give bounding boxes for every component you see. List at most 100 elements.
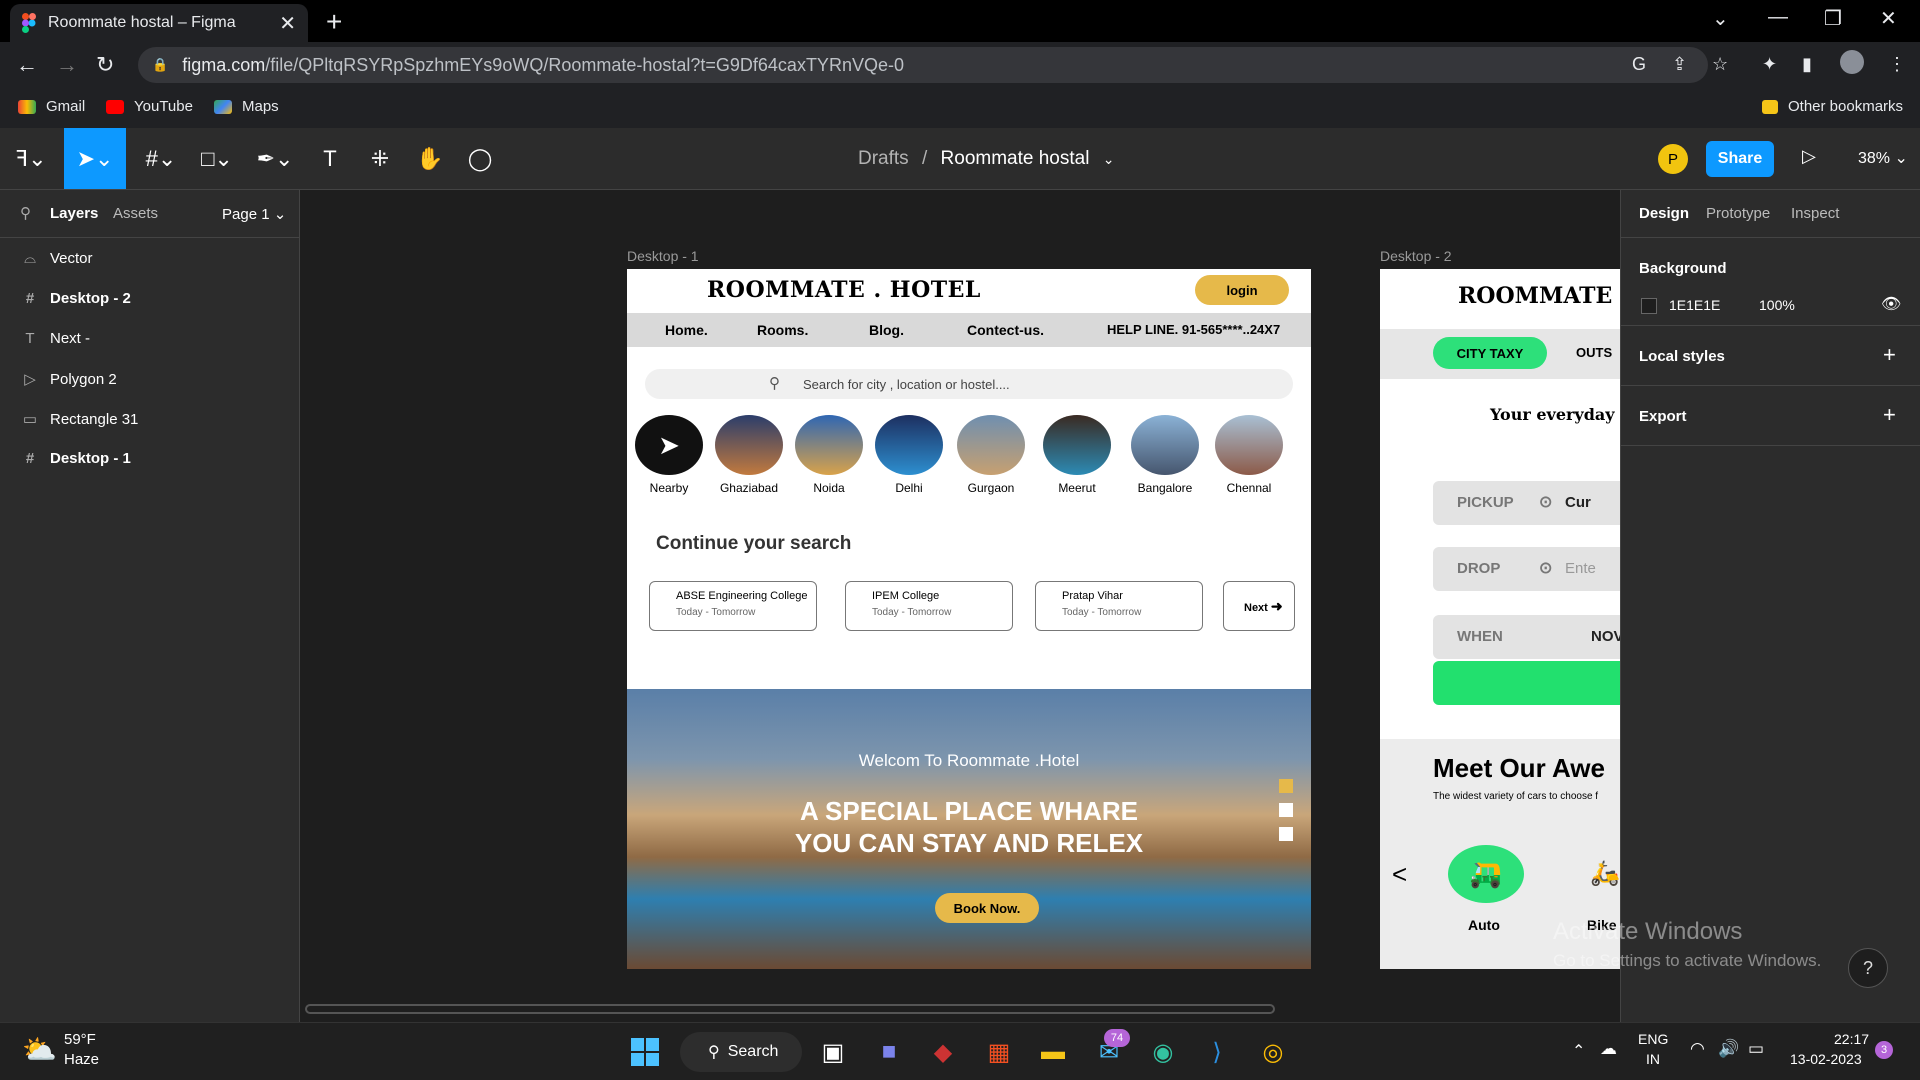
reload-icon[interactable]: ↻ — [96, 52, 114, 78]
weather-icon[interactable]: ⛅ — [22, 1033, 57, 1066]
tab-design[interactable]: Design — [1639, 205, 1689, 222]
city-item[interactable]: Gurgaon — [951, 415, 1031, 495]
figma-canvas[interactable]: Desktop - 1 Desktop - 2 ROOMMATE . HOTEL… — [300, 190, 1620, 1022]
eye-icon[interactable]: 👁 — [1881, 294, 1901, 314]
shape-tool-icon[interactable]: □⌄ — [192, 128, 242, 189]
browser-tab[interactable]: Roommate hostal – Figma ✕ — [10, 4, 308, 42]
back-icon[interactable]: ← — [16, 52, 38, 78]
login-button[interactable]: login — [1195, 275, 1289, 305]
nav-blog[interactable]: Blog. — [869, 322, 904, 338]
slider-dot[interactable] — [1279, 827, 1293, 841]
share-page-icon[interactable]: ⇪ — [1672, 54, 1687, 75]
city-item[interactable]: Ghaziabad — [709, 415, 789, 495]
chrome-icon[interactable]: ◎ — [1256, 1035, 1290, 1069]
tab-inspect[interactable]: Inspect — [1791, 205, 1839, 222]
book-now-button[interactable]: Book Now. — [935, 893, 1039, 923]
task-view-icon[interactable]: ▣ — [816, 1035, 850, 1069]
tab-search-icon[interactable]: ⌄ — [1712, 6, 1729, 31]
search-icon[interactable]: ⚲ — [20, 204, 31, 222]
site-search-input[interactable]: ⚲ Search for city , location or hostel..… — [645, 369, 1293, 399]
city-item[interactable]: Chennal — [1209, 415, 1289, 495]
frame-label[interactable]: Desktop - 1 — [627, 248, 699, 264]
lang-region[interactable]: IN — [1646, 1051, 1660, 1067]
tray-chevron-icon[interactable]: ⌃ — [1572, 1041, 1585, 1061]
drop-field[interactable]: DROP ⊙ Ente — [1433, 547, 1620, 591]
zoom-dropdown[interactable]: 38% ⌄ — [1858, 148, 1908, 168]
other-bookmarks[interactable]: Other bookmarks — [1762, 98, 1903, 115]
tab-layers[interactable]: Layers — [50, 205, 98, 222]
pen-tool-icon[interactable]: ✒⌄ — [250, 128, 300, 189]
outstation-tab[interactable]: OUTS — [1576, 345, 1612, 360]
new-tab-button[interactable]: + — [326, 6, 342, 38]
game-app-icon[interactable]: ◆ — [926, 1035, 960, 1069]
auto-rickshaw-icon[interactable]: 🛺 — [1448, 845, 1524, 903]
file-explorer-icon[interactable]: ▬ — [1036, 1035, 1070, 1069]
prev-arrow[interactable]: < — [1392, 859, 1407, 890]
slider-dot[interactable] — [1279, 803, 1293, 817]
close-tab-icon[interactable]: ✕ — [279, 11, 296, 36]
city-item[interactable]: Meerut — [1037, 415, 1117, 495]
next-button[interactable]: Next ➜ — [1223, 581, 1295, 631]
background-hex-input[interactable]: 1E1E1E — [1669, 297, 1720, 313]
comment-tool-icon[interactable]: ◯ — [460, 128, 500, 189]
frame-tool-icon[interactable]: #⌄ — [136, 128, 186, 189]
page-selector[interactable]: Page 1 ⌄ — [222, 205, 286, 223]
resources-icon[interactable]: ⁜ — [360, 128, 400, 189]
city-item[interactable]: ➤ Nearby — [629, 415, 709, 495]
avatar[interactable]: P — [1658, 144, 1688, 174]
layer-item[interactable]: ⌓ Vector — [22, 250, 92, 267]
pickup-field[interactable]: PICKUP ⊙ Cur — [1433, 481, 1620, 525]
side-panel-icon[interactable]: ▮ — [1802, 54, 1812, 75]
chevron-down-icon[interactable]: ⌄ — [1103, 151, 1115, 167]
present-icon[interactable]: ▷ — [1802, 146, 1816, 167]
horizontal-scrollbar[interactable] — [305, 1004, 1275, 1014]
desktop-2-frame[interactable]: ROOMMATE . CA CITY TAXY OUTS Your everyd… — [1380, 269, 1620, 969]
frame-label[interactable]: Desktop - 2 — [1380, 248, 1452, 264]
forward-icon[interactable]: → — [56, 52, 78, 78]
lang-primary[interactable]: ENG — [1638, 1031, 1668, 1047]
layer-item[interactable]: ▷ Polygon 2 — [22, 370, 117, 389]
nav-rooms[interactable]: Rooms. — [757, 322, 808, 338]
help-button[interactable]: ? — [1848, 948, 1888, 988]
background-opacity-input[interactable]: 100% — [1759, 297, 1795, 313]
recent-search-card[interactable]: Pratap Vihar Today - Tomorrow — [1035, 581, 1203, 631]
move-tool-icon[interactable]: ➤⌄ — [64, 128, 126, 189]
store-icon[interactable]: ▦ — [982, 1035, 1016, 1069]
onedrive-icon[interactable]: ☁ — [1600, 1039, 1617, 1059]
windows-start-icon[interactable] — [628, 1035, 662, 1069]
minimize-icon[interactable]: — — [1768, 6, 1788, 29]
bookmark-youtube[interactable]: YouTube — [106, 98, 193, 115]
notification-badge[interactable]: 3 — [1875, 1041, 1893, 1059]
tab-assets[interactable]: Assets — [113, 205, 158, 222]
clock-time[interactable]: 22:17 — [1834, 1031, 1869, 1047]
nav-home[interactable]: Home. — [665, 322, 708, 338]
battery-icon[interactable]: ▭ — [1748, 1039, 1764, 1059]
wifi-icon[interactable]: ◠ — [1690, 1039, 1705, 1059]
text-tool-icon[interactable]: T — [310, 128, 350, 189]
tab-prototype[interactable]: Prototype — [1706, 205, 1770, 222]
vscode-icon[interactable]: ⟩ — [1200, 1035, 1234, 1069]
recent-search-card[interactable]: ABSE Engineering College Today - Tomorrow — [649, 581, 817, 631]
restore-icon[interactable]: ❐ — [1824, 6, 1842, 31]
bookmark-star-icon[interactable]: ☆ — [1712, 54, 1728, 75]
layer-item[interactable]: T Next - — [22, 330, 90, 347]
google-icon[interactable]: G — [1632, 54, 1646, 75]
layer-item[interactable]: # Desktop - 2 — [22, 290, 131, 307]
taskbar-search[interactable]: ⚲ Search — [680, 1032, 802, 1072]
when-field[interactable]: WHEN NOV — [1433, 615, 1620, 659]
main-menu-icon[interactable]: ꟻ⌄ — [6, 128, 56, 189]
search-cab-button[interactable] — [1433, 661, 1620, 705]
bookmark-maps[interactable]: Maps — [214, 98, 279, 115]
share-button[interactable]: Share — [1706, 141, 1774, 177]
slider-dot-active[interactable] — [1279, 779, 1293, 793]
plus-icon[interactable]: + — [1883, 342, 1896, 368]
url-field[interactable]: 🔒 figma.com/file/QPltqRSYRpSpzhmEYs9oWQ/… — [138, 47, 1708, 83]
crumb-drafts[interactable]: Drafts — [858, 148, 909, 169]
bike-icon[interactable]: 🛵 — [1590, 859, 1620, 888]
bookmark-gmail[interactable]: Gmail — [18, 98, 85, 115]
edge-icon[interactable]: ◉ — [1146, 1035, 1180, 1069]
city-item[interactable]: Noida — [789, 415, 869, 495]
clock-date[interactable]: 13-02-2023 — [1790, 1051, 1862, 1067]
recent-search-card[interactable]: IPEM College Today - Tomorrow — [845, 581, 1013, 631]
city-item[interactable]: Bangalore — [1125, 415, 1205, 495]
